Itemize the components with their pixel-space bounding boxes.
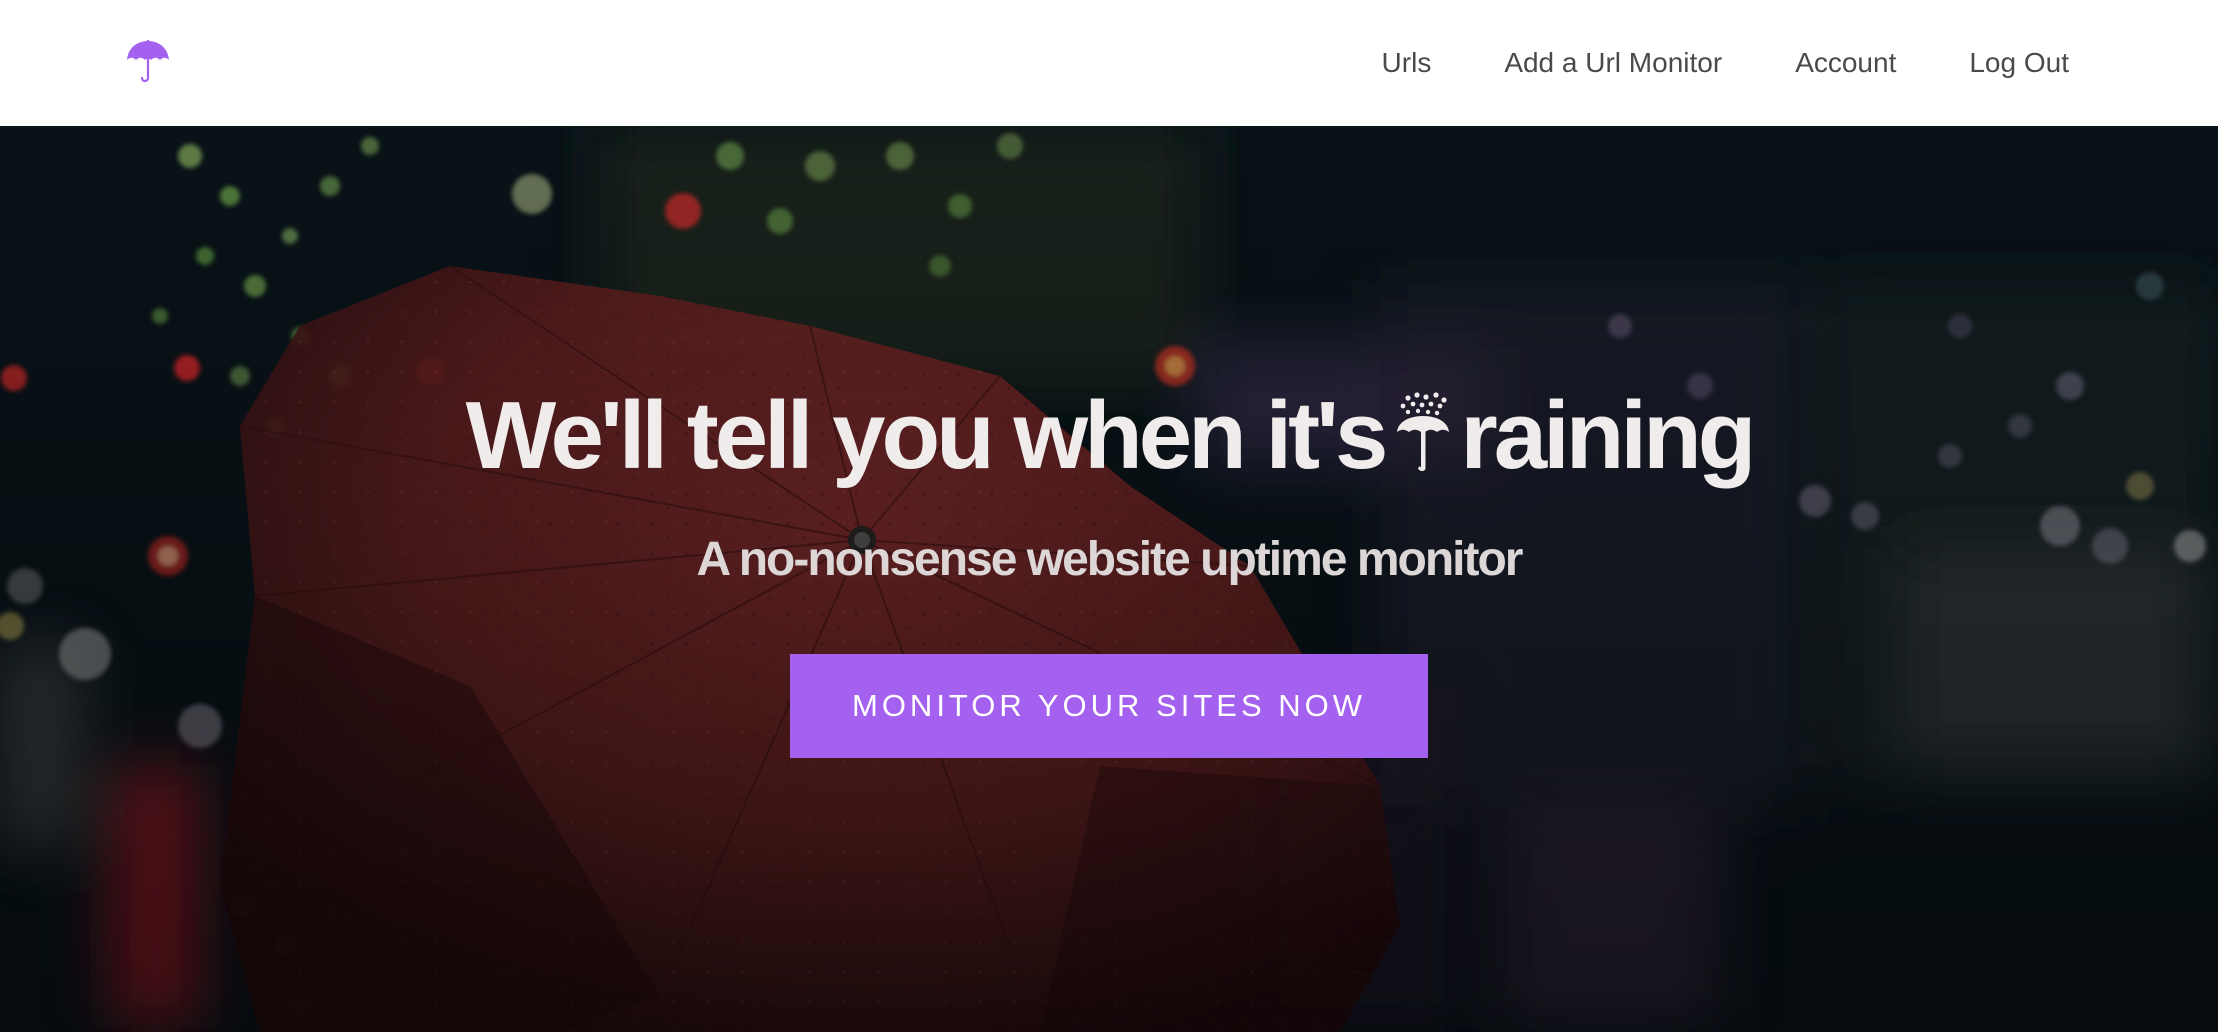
- hero-title-part-2: raining: [1460, 382, 1756, 489]
- nav-link-urls[interactable]: Urls: [1382, 47, 1432, 79]
- monitor-sites-cta-button[interactable]: MONITOR YOUR SITES NOW: [790, 654, 1428, 758]
- hero-section: We'll tell you when it's raining A no-non…: [0, 126, 2218, 1032]
- nav-link-account[interactable]: Account: [1795, 47, 1896, 79]
- nav-links: Urls Add a Url Monitor Account Log Out: [1382, 0, 2069, 126]
- hero-title: We'll tell you when it's raining: [0, 388, 2218, 484]
- umbrella-icon[interactable]: [124, 38, 172, 86]
- top-navbar: Urls Add a Url Monitor Account Log Out: [0, 0, 2218, 126]
- nav-link-log-out[interactable]: Log Out: [1969, 47, 2069, 79]
- hero-subtitle: A no-nonsense website uptime monitor: [696, 533, 1524, 586]
- umbrella-with-rain-icon: [1397, 392, 1450, 471]
- hero-content: We'll tell you when it's raining A no-non…: [0, 126, 2218, 1032]
- nav-link-add-url-monitor[interactable]: Add a Url Monitor: [1504, 47, 1722, 79]
- hero-title-part-1: We'll tell you when it's: [465, 382, 1389, 489]
